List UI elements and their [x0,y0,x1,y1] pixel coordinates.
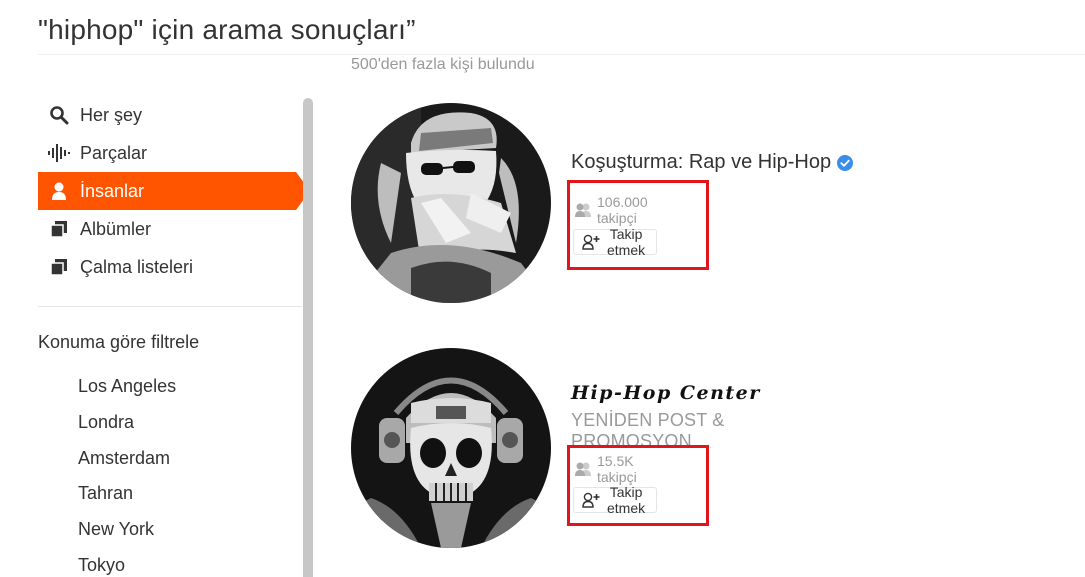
sidebar-item-label: Her şey [80,104,143,125]
search-icon [48,104,70,126]
user-info: Hip-Hop Center YENİDEN POST & PROMOSYON [571,382,761,452]
user-name-link[interactable]: Koşuşturma: Rap ve Hip-Hop [571,151,831,174]
follow-button[interactable]: Takip etmek [573,226,658,258]
user-result: Koşuşturma: Rap ve Hip-Hop 106.000 takip… [351,103,854,303]
playlist-icon [48,256,70,278]
user-avatar[interactable] [351,103,551,303]
follower-count-text: 106.000 takipçi [597,194,648,226]
location-item-amsterdam[interactable]: Amsterdam [78,448,176,484]
follower-count[interactable]: 106.000 takipçi [573,194,648,226]
sidebar-item-everything[interactable]: Her şey [38,96,308,134]
follower-count[interactable]: 15.5K takipçi [573,453,637,485]
location-item-tokyo[interactable]: Tokyo [78,555,176,577]
user-info: Koşuşturma: Rap ve Hip-Hop [571,151,854,174]
album-icon [48,218,70,240]
location-item-tehran[interactable]: Tahran [78,483,176,519]
user-name-row: Koşuşturma: Rap ve Hip-Hop [571,151,854,174]
waveform-icon [48,142,70,164]
sidebar-scrollbar[interactable] [303,98,313,577]
follow-button-label: Takip etmek [607,226,646,258]
follow-button-label: Takip etmek [607,484,646,516]
sidebar-item-tracks[interactable]: Parçalar [38,134,308,172]
add-user-icon [582,234,601,250]
sidebar-item-label: Parçalar [80,142,148,163]
verified-icon [837,154,854,171]
user-name-row: Hip-Hop Center [571,382,761,404]
location-item-los-angeles[interactable]: Los Angeles [78,376,176,412]
sidebar-item-label: İnsanlar [80,180,145,201]
sidebar-item-label: Çalma listeleri [80,256,194,277]
user-avatar[interactable] [351,348,551,548]
sidebar-nav: Her şey Parçalar İnsanlar Albümler Çalma… [38,96,310,286]
followers-icon [573,202,593,218]
location-item-london[interactable]: Londra [78,412,176,448]
location-filter-heading: Konuma göre filtrele [38,332,200,352]
title-divider [38,54,1085,55]
sidebar-item-playlists[interactable]: Çalma listeleri [38,248,308,286]
follow-button[interactable]: Takip etmek [573,484,658,516]
person-icon [48,180,70,202]
sidebar-item-label: Albümler [80,218,152,239]
location-item-new-york[interactable]: New York [78,519,176,555]
result-count: 500'den fazla kişi bulundu [351,56,535,73]
follower-count-text: 15.5K takipçi [597,453,637,485]
sidebar-item-albums[interactable]: Albümler [38,210,308,248]
location-list: Los Angeles Londra Amsterdam Tahran New … [78,376,176,577]
page-title: "hiphop" için arama sonuçları” [38,14,416,45]
sidebar-divider [38,306,302,307]
add-user-icon [582,492,601,508]
user-result: Hip-Hop Center YENİDEN POST & PROMOSYON … [351,348,759,548]
user-name-link[interactable]: Hip-Hop Center [571,382,761,404]
sidebar-item-people[interactable]: İnsanlar [38,172,310,210]
followers-icon [573,461,593,477]
